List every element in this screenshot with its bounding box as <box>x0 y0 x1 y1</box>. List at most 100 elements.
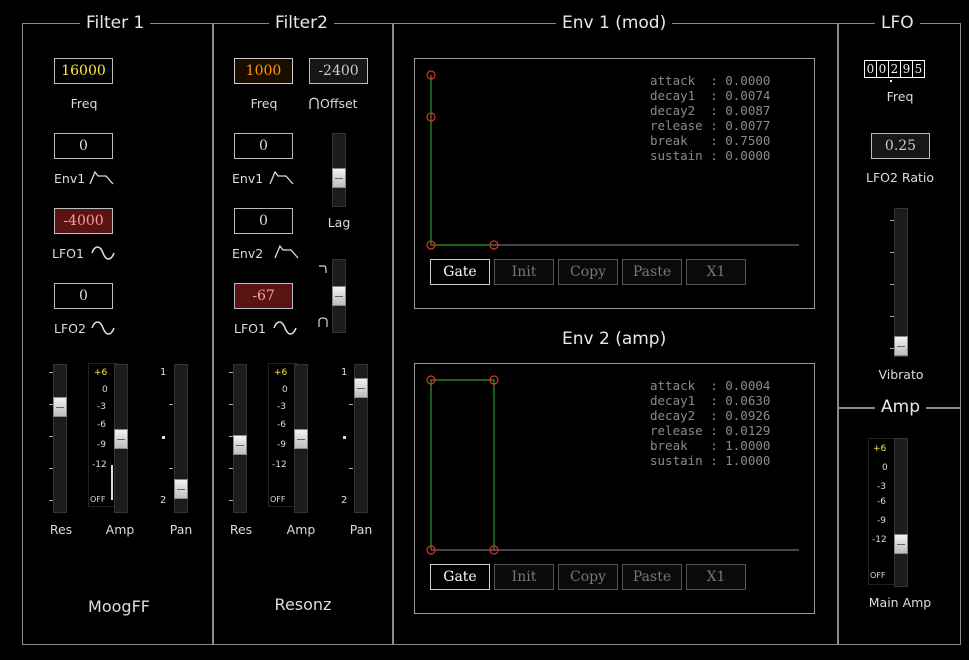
db-label: +6 <box>873 444 887 454</box>
db-label: -12 <box>872 535 887 545</box>
filter2-res-thumb[interactable] <box>233 434 247 455</box>
lowpass-icon <box>318 264 328 274</box>
lfo-freq-label: Freq <box>886 89 914 104</box>
env2-gate-button[interactable]: Gate <box>430 564 490 590</box>
db-label: -12 <box>272 460 287 470</box>
filter2-lfo1-field[interactable]: -67 <box>234 283 293 309</box>
tick <box>49 436 53 437</box>
notch-icon <box>318 316 328 328</box>
filter1-freq-field[interactable]: 16000 <box>54 58 113 84</box>
tick <box>229 372 233 373</box>
filter2-lag-thumb[interactable] <box>332 167 346 188</box>
lfo-freq-digit[interactable]: 2 <box>889 61 900 77</box>
lfo-freq-digit[interactable]: 9 <box>901 61 912 77</box>
filter2-pan-slider[interactable] <box>354 364 368 513</box>
filter2-mix-slider[interactable] <box>332 259 346 333</box>
lfo-freq-digit[interactable]: 0 <box>865 61 876 77</box>
env2-init-button[interactable]: Init <box>494 564 554 590</box>
filter1-freq-label: Freq <box>70 96 98 111</box>
tick <box>169 468 173 469</box>
env2-paste-button[interactable]: Paste <box>622 564 682 590</box>
filter2-env1-label: Env1 <box>232 171 264 186</box>
filter1-lfo1-label: LFO1 <box>52 246 84 261</box>
pan-bottom-label: 2 <box>341 495 348 506</box>
db-label: 0 <box>102 385 108 395</box>
pan-bottom-label: 2 <box>160 495 167 506</box>
env2-editor[interactable]: attack : 0.0004 decay1 : 0.0630 decay2 :… <box>414 363 815 614</box>
tick <box>349 468 353 469</box>
filter2-res-label: Res <box>229 522 253 537</box>
filter1-lfo1-field[interactable]: -4000 <box>54 208 113 234</box>
lfo-freq-digit[interactable]: 0 <box>877 61 888 77</box>
filter2-pan-thumb[interactable] <box>354 377 368 398</box>
filter2-res-slider[interactable] <box>233 364 247 513</box>
envelope-shape-icon <box>89 170 115 186</box>
filter2-mix-thumb[interactable] <box>332 286 346 306</box>
filter2-type-label[interactable]: Resonz <box>275 595 332 614</box>
db-label: OFF <box>90 495 106 504</box>
pan-center-mark <box>343 436 346 439</box>
filter2-offset-field[interactable]: -2400 <box>309 58 368 84</box>
db-label: -12 <box>92 460 107 470</box>
env1-editor[interactable]: attack : 0.0000 decay1 : 0.0074 decay2 :… <box>414 58 815 309</box>
filter1-env1-label: Env1 <box>54 171 86 186</box>
filter2-freq-field[interactable]: 1000 <box>234 58 293 84</box>
env2-title: Env 2 (amp) <box>556 329 673 349</box>
tick <box>49 468 53 469</box>
db-label: OFF <box>870 571 886 580</box>
lfo-freq-digit[interactable]: 5 <box>913 61 924 77</box>
decimal-point <box>890 80 892 82</box>
filter2-pan-label: Pan <box>349 522 373 537</box>
filter2-lag-slider[interactable] <box>332 133 346 207</box>
filter2-env1-field[interactable]: 0 <box>234 133 293 159</box>
filter2-lag-label: Lag <box>327 215 351 230</box>
filter1-amp-slider[interactable] <box>114 364 128 513</box>
tick <box>229 404 233 405</box>
db-label: +6 <box>94 368 108 378</box>
envelope-shape-icon <box>269 170 295 186</box>
env1-gate-button[interactable]: Gate <box>430 259 490 285</box>
sine-wave-icon <box>90 320 116 336</box>
filter1-lfo2-field[interactable]: 0 <box>54 283 113 309</box>
lfo2-ratio-field[interactable]: 0.25 <box>871 133 930 159</box>
env1-init-button[interactable]: Init <box>494 259 554 285</box>
main-amp-thumb[interactable] <box>894 534 908 555</box>
filter2-title: Filter2 <box>269 13 334 33</box>
filter1-pan-label: Pan <box>169 522 193 537</box>
env1-paste-button[interactable]: Paste <box>622 259 682 285</box>
filter1-pan-thumb[interactable] <box>174 479 188 500</box>
tick <box>169 404 173 405</box>
db-label: -3 <box>877 482 886 492</box>
env1-x1-button[interactable]: X1 <box>686 259 746 285</box>
pan-top-label: 1 <box>160 367 167 378</box>
notch-icon <box>309 96 319 110</box>
vibrato-thumb[interactable] <box>894 336 908 356</box>
filter1-lfo2-label: LFO2 <box>54 321 86 336</box>
env1-copy-button[interactable]: Copy <box>558 259 618 285</box>
filter1-pan-slider[interactable] <box>174 364 188 513</box>
filter2-amp-thumb[interactable] <box>294 428 308 449</box>
db-label: -3 <box>277 402 286 412</box>
filter1-res-thumb[interactable] <box>53 396 67 417</box>
lfo-freq-field[interactable]: 0 0 2 9 5 <box>864 60 925 78</box>
filter1-amp-thumb[interactable] <box>114 428 128 449</box>
main-amp-slider[interactable] <box>894 438 908 587</box>
envelope-shape-icon <box>274 244 300 260</box>
filter2-amp-slider[interactable] <box>294 364 308 513</box>
db-label: -9 <box>877 516 886 526</box>
vibrato-slider[interactable] <box>894 208 908 357</box>
db-label: +6 <box>274 368 288 378</box>
env2-copy-button[interactable]: Copy <box>558 564 618 590</box>
filter1-env1-field[interactable]: 0 <box>54 133 113 159</box>
filter2-env2-field[interactable]: 0 <box>234 208 293 234</box>
filter2-env2-label: Env2 <box>232 246 264 261</box>
tick <box>229 468 233 469</box>
filter2-amp-label: Amp <box>286 522 316 537</box>
tick <box>890 316 894 317</box>
filter1-res-slider[interactable] <box>53 364 67 513</box>
tick <box>49 372 53 373</box>
pan-top-label: 1 <box>341 367 348 378</box>
filter1-type-label[interactable]: MoogFF <box>88 597 150 616</box>
env1-title: Env 1 (mod) <box>556 13 673 33</box>
env2-x1-button[interactable]: X1 <box>686 564 746 590</box>
